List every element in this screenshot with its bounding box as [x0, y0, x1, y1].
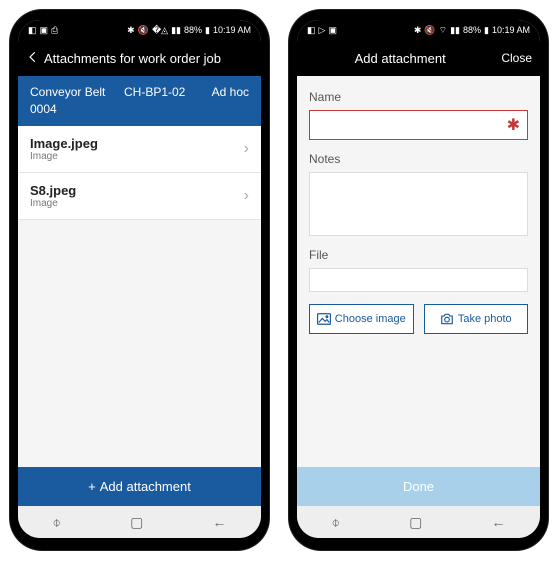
app-title: Add attachment — [305, 51, 495, 66]
status-bar: ◧ ▷ ▣ ✱ 🔇 ⌔ ▮▮ 88% ▮ 10:19 AM — [297, 20, 540, 40]
empty-area — [18, 220, 261, 467]
misc-icon: ▷ — [319, 25, 326, 36]
chevron-right-icon: › — [244, 187, 249, 205]
back-nav-button[interactable]: ← — [491, 514, 505, 530]
bluetooth-icon: ✱ — [127, 25, 135, 36]
home-button[interactable]: ▢ — [130, 514, 143, 531]
context-type: Ad hoc — [212, 84, 249, 118]
take-photo-button[interactable]: Take photo — [424, 304, 529, 334]
clock: 10:19 AM — [492, 25, 530, 35]
attachment-list: Image.jpeg Image › S8.jpeg Image › — [18, 126, 261, 220]
close-button[interactable]: Close — [495, 51, 532, 65]
back-button[interactable] — [26, 50, 40, 67]
file-label: File — [309, 248, 528, 262]
required-asterisk-icon: ✱ — [507, 115, 520, 135]
list-item[interactable]: S8.jpeg Image › — [18, 173, 261, 220]
android-nav-bar: ⌽ ▢ ← — [18, 506, 261, 538]
app-bar: Add attachment Close — [297, 40, 540, 76]
status-left-icons: ◧ ▷ ▣ — [307, 25, 337, 36]
recents-button[interactable]: ⌽ — [332, 514, 340, 531]
notes-label: Notes — [309, 152, 528, 166]
status-left-icons: ◧ ▣ ⎙ — [28, 25, 58, 36]
file-button-row: Choose image Take photo — [309, 304, 528, 334]
attachment-type: Image — [30, 198, 76, 209]
name-input-wrap: ✱ — [309, 110, 528, 140]
file-display — [309, 268, 528, 292]
choose-image-button[interactable]: Choose image — [309, 304, 414, 334]
attachment-type: Image — [30, 151, 98, 162]
status-bar: ◧ ▣ ⎙ ✱ 🔇 �◬ ▮▮ 88% ▮ 10:19 AM — [18, 20, 261, 40]
back-nav-button[interactable]: ← — [212, 514, 226, 530]
signal-icon: ▮▮ — [171, 25, 181, 36]
app-icon: ▣ — [40, 25, 49, 36]
screen-left: ◧ ▣ ⎙ ✱ 🔇 �◬ ▮▮ 88% ▮ 10:19 AM Attachmen… — [18, 20, 261, 538]
attachment-form: Name ✱ Notes File Choose image — [297, 76, 540, 467]
image-icon — [317, 313, 331, 325]
battery-icon: ▮ — [205, 25, 210, 36]
context-code: CH-BP1-02 — [124, 84, 185, 118]
context-header: Conveyor Belt 0004 CH-BP1-02 Ad hoc — [18, 76, 261, 126]
sim-icon: ◧ — [307, 25, 316, 36]
battery-pct: 88% — [184, 25, 202, 35]
done-button[interactable]: Done — [297, 467, 540, 506]
app-icon: ▣ — [328, 25, 337, 36]
list-item[interactable]: Image.jpeg Image › — [18, 126, 261, 173]
status-right-icons: ✱ 🔇 �◬ ▮▮ 88% ▮ 10:19 AM — [127, 25, 251, 36]
signal-icon: ▮▮ — [450, 25, 460, 36]
add-attachment-label: Add attachment — [100, 479, 191, 494]
phone-left: ◧ ▣ ⎙ ✱ 🔇 �◬ ▮▮ 88% ▮ 10:19 AM Attachmen… — [10, 10, 269, 550]
clock: 10:19 AM — [213, 25, 251, 35]
choose-image-label: Choose image — [335, 313, 406, 325]
name-input[interactable] — [309, 110, 528, 140]
context-asset: Conveyor Belt 0004 — [30, 84, 110, 118]
notes-input[interactable] — [309, 172, 528, 236]
mute-icon: 🔇 — [138, 25, 149, 36]
android-nav-bar: ⌽ ▢ ← — [297, 506, 540, 538]
phone-right: ◧ ▷ ▣ ✱ 🔇 ⌔ ▮▮ 88% ▮ 10:19 AM Add attach… — [289, 10, 548, 550]
plus-icon: + — [88, 479, 96, 494]
name-label: Name — [309, 90, 528, 104]
screen-right: ◧ ▷ ▣ ✱ 🔇 ⌔ ▮▮ 88% ▮ 10:19 AM Add attach… — [297, 20, 540, 538]
app-bar: Attachments for work order job — [18, 40, 261, 76]
app-title: Attachments for work order job — [40, 51, 253, 66]
attachment-name: Image.jpeg — [30, 136, 98, 151]
recents-button[interactable]: ⌽ — [53, 514, 61, 531]
misc-icon: ⎙ — [51, 25, 58, 36]
take-photo-label: Take photo — [458, 313, 512, 325]
attachment-name: S8.jpeg — [30, 183, 76, 198]
battery-icon: ▮ — [484, 25, 489, 36]
chevron-right-icon: › — [244, 140, 249, 158]
add-attachment-button[interactable]: + Add attachment — [18, 467, 261, 506]
status-right-icons: ✱ 🔇 ⌔ ▮▮ 88% ▮ 10:19 AM — [414, 25, 530, 36]
home-button[interactable]: ▢ — [409, 514, 422, 531]
wifi-icon: ⌔ — [439, 25, 447, 36]
wifi-icon: �◬ — [152, 25, 168, 36]
done-label: Done — [403, 479, 434, 494]
battery-pct: 88% — [463, 25, 481, 35]
bluetooth-icon: ✱ — [414, 25, 422, 36]
sim-icon: ◧ — [28, 25, 37, 36]
camera-icon — [440, 313, 454, 325]
mute-icon: 🔇 — [424, 25, 435, 36]
